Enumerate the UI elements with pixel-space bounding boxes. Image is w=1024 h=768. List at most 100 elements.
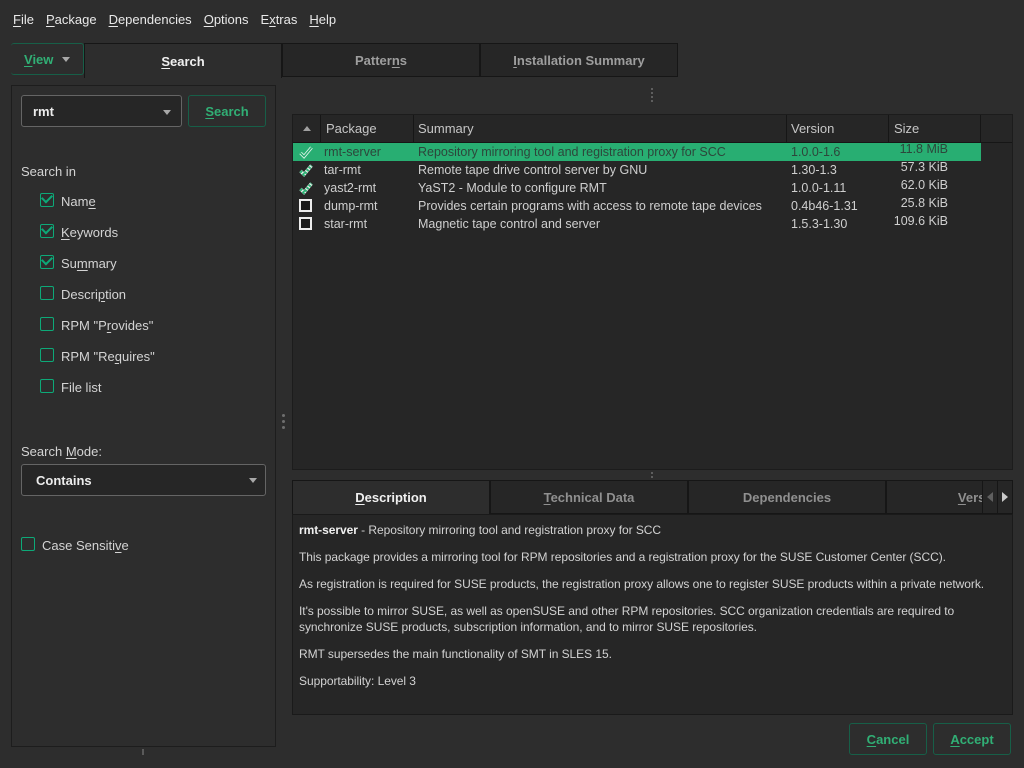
checkbox-rpm-requires[interactable] xyxy=(40,348,54,362)
checkbox-file-list[interactable] xyxy=(40,379,54,393)
cell-size: 57.3 KiB xyxy=(901,158,948,176)
combo-arrow-icon xyxy=(249,478,257,483)
accept-button-label: Accept xyxy=(950,732,993,747)
cell-version: 0.4b46-1.31 xyxy=(791,197,858,215)
vertical-splitter-handle[interactable] xyxy=(282,412,285,430)
cell-version: 1.30-1.3 xyxy=(791,161,837,179)
tab-scroll-right-button[interactable] xyxy=(997,480,1013,514)
cell-size: 109.6 KiB xyxy=(894,212,948,230)
cell-version: 1.5.3-1.30 xyxy=(791,215,847,233)
tab-installation-summary-label: Installation Summary xyxy=(513,53,645,68)
search-input[interactable]: rmt xyxy=(21,95,182,127)
menu-options[interactable]: Options xyxy=(204,12,249,27)
table-row-star-rmt[interactable]: star-rmt Magnetic tape control and serve… xyxy=(293,215,981,233)
unchecked-box-icon[interactable] xyxy=(299,217,312,230)
cell-package: dump-rmt xyxy=(324,197,377,215)
search-mode-select[interactable]: Contains xyxy=(21,464,266,496)
table-header: Package Summary Version Size xyxy=(293,115,1012,143)
filter-file-list-label: File list xyxy=(61,380,101,395)
menu-dependencies[interactable]: Dependencies xyxy=(109,12,192,27)
column-header-summary[interactable]: Summary xyxy=(418,115,474,142)
tab-installation-summary[interactable]: Installation Summary xyxy=(480,43,678,77)
cell-size: 11.8 MiB xyxy=(900,140,948,158)
search-in-label: Search in xyxy=(21,164,76,179)
tab-patterns[interactable]: Patterns xyxy=(282,43,480,77)
autoinstall-check-icon[interactable] xyxy=(298,180,314,196)
cell-summary: Magnetic tape control and server xyxy=(418,215,600,233)
install-check-icon[interactable] xyxy=(298,144,314,160)
description-summary: - Repository mirroring tool and registra… xyxy=(358,523,661,537)
cell-size: 25.8 KiB xyxy=(901,194,948,212)
tab-versions-label: Versions xyxy=(958,490,982,505)
menu-package[interactable]: Package xyxy=(46,12,97,27)
filter-description-label: Description xyxy=(61,287,126,302)
splitter-handle-top[interactable] xyxy=(651,87,653,103)
description-title-line: rmt-server - Repository mirroring tool a… xyxy=(299,522,1006,538)
accept-button[interactable]: Accept xyxy=(933,723,1011,755)
table-row-tar-rmt[interactable]: tar-rmt Remote tape drive control server… xyxy=(293,161,981,179)
filter-keywords-label: Keywords xyxy=(61,225,118,240)
table-row-rmt-server[interactable]: rmt-server Repository mirroring tool and… xyxy=(293,143,981,161)
cancel-button[interactable]: Cancel xyxy=(849,723,927,755)
cell-package: yast2-rmt xyxy=(324,179,376,197)
tab-technical-data[interactable]: Technical Data xyxy=(490,480,688,514)
description-paragraph: RMT supersedes the main functionality of… xyxy=(299,646,1006,662)
cell-version: 1.0.0-1.6 xyxy=(791,143,840,161)
menu-extras[interactable]: Extras xyxy=(261,12,298,27)
cell-package: tar-rmt xyxy=(324,161,361,179)
column-header-version[interactable]: Version xyxy=(791,115,834,142)
description-panel: rmt-server - Repository mirroring tool a… xyxy=(292,514,1013,715)
menu-bar: File Package Dependencies Options Extras… xyxy=(13,12,336,27)
search-side-panel xyxy=(11,85,276,747)
table-row-dump-rmt[interactable]: dump-rmt Provides certain programs with … xyxy=(293,197,981,215)
search-button[interactable]: Search xyxy=(188,95,266,127)
checkbox-case-sensitive[interactable] xyxy=(21,537,35,551)
tab-patterns-label: Patterns xyxy=(355,53,407,68)
tab-search[interactable]: Search xyxy=(84,43,282,78)
autoinstall-check-icon[interactable] xyxy=(298,162,314,178)
chevron-down-icon xyxy=(62,57,70,62)
description-package-name: rmt-server xyxy=(299,523,358,537)
checkbox-rpm-provides[interactable] xyxy=(40,317,54,331)
cancel-button-label: Cancel xyxy=(867,732,910,747)
sort-ascending-icon[interactable] xyxy=(303,126,311,131)
tab-dependencies[interactable]: Dependencies xyxy=(688,480,886,514)
scroll-left-icon xyxy=(987,492,993,502)
tab-versions-clip: Versions xyxy=(886,480,982,514)
cell-summary: YaST2 - Module to configure RMT xyxy=(418,179,607,197)
tab-search-label: Search xyxy=(161,54,204,69)
cell-package: rmt-server xyxy=(324,143,381,161)
tab-description[interactable]: Description xyxy=(292,480,490,514)
cell-size: 62.0 KiB xyxy=(901,176,948,194)
column-header-size[interactable]: Size xyxy=(894,115,919,142)
cell-summary: Remote tape drive control server by GNU xyxy=(418,161,647,179)
checkbox-keywords[interactable] xyxy=(40,224,54,238)
checkbox-summary[interactable] xyxy=(40,255,54,269)
checkbox-name[interactable] xyxy=(40,193,54,207)
menu-help[interactable]: Help xyxy=(309,12,336,27)
description-paragraph: Supportability: Level 3 xyxy=(299,673,1006,689)
tab-description-label: Description xyxy=(355,490,427,505)
view-button[interactable]: View xyxy=(11,43,84,75)
scroll-right-icon xyxy=(1002,492,1008,502)
tab-technical-data-label: Technical Data xyxy=(544,490,635,505)
search-mode-label: Search Mode: xyxy=(21,444,102,459)
cell-summary: Provides certain programs with access to… xyxy=(418,197,762,215)
filter-rpm-requires-label: RPM "Requires" xyxy=(61,349,155,364)
menu-file[interactable]: File xyxy=(13,12,34,27)
tab-versions[interactable]: Versions xyxy=(886,480,982,514)
cell-summary: Repository mirroring tool and registrati… xyxy=(418,143,726,161)
description-paragraph: This package provides a mirroring tool f… xyxy=(299,549,1006,565)
tab-scroll-left-button[interactable] xyxy=(982,480,998,514)
checkbox-description[interactable] xyxy=(40,286,54,300)
table-row-yast2-rmt[interactable]: yast2-rmt YaST2 - Module to configure RM… xyxy=(293,179,981,197)
search-input-value: rmt xyxy=(33,104,54,119)
search-mode-value: Contains xyxy=(36,473,92,488)
filter-rpm-provides-label: RPM "Provides" xyxy=(61,318,153,333)
filter-summary-label: Summary xyxy=(61,256,117,271)
combo-arrow-icon xyxy=(163,110,171,115)
horizontal-splitter-handle[interactable] xyxy=(142,749,144,755)
case-sensitive-label: Case Sensitive xyxy=(42,538,129,553)
unchecked-box-icon[interactable] xyxy=(299,199,312,212)
column-header-package[interactable]: Package xyxy=(326,115,377,142)
